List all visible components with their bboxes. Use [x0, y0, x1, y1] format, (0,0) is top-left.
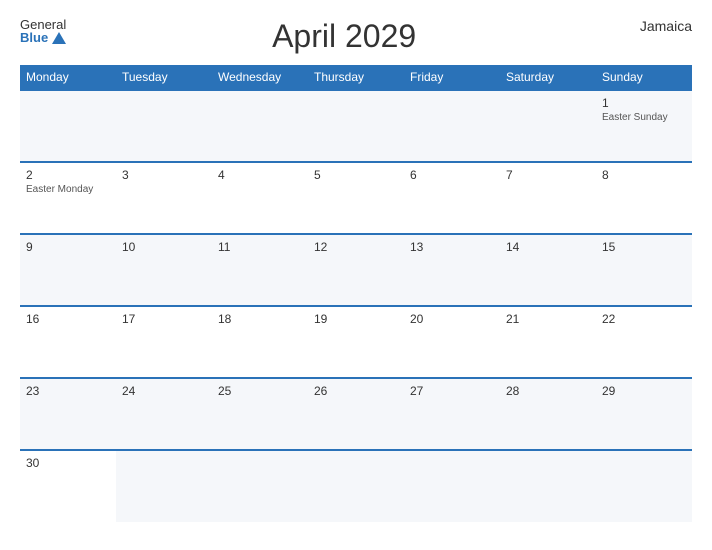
calendar-cell: 28 — [500, 378, 596, 450]
calendar-cell — [308, 90, 404, 162]
day-number: 11 — [218, 240, 302, 254]
calendar-cell — [212, 90, 308, 162]
day-number: 17 — [122, 312, 206, 326]
logo-triangle-icon — [52, 32, 66, 44]
day-number: 5 — [314, 168, 398, 182]
calendar-cell — [500, 450, 596, 522]
day-number: 18 — [218, 312, 302, 326]
calendar-cell — [404, 90, 500, 162]
calendar-week-row: 30 — [20, 450, 692, 522]
logo: General Blue — [20, 18, 66, 44]
calendar-header: General Blue April 2029 Jamaica — [20, 18, 692, 55]
calendar-cell — [500, 90, 596, 162]
calendar-cell: 12 — [308, 234, 404, 306]
calendar-cell: 25 — [212, 378, 308, 450]
calendar-week-row: 23 24 25 26 27 28 29 — [20, 378, 692, 450]
weekday-header-saturday: Saturday — [500, 65, 596, 90]
weekday-header-row: MondayTuesdayWednesdayThursdayFridaySatu… — [20, 65, 692, 90]
calendar-cell: 21 — [500, 306, 596, 378]
calendar: General Blue April 2029 Jamaica MondayTu… — [0, 0, 712, 550]
weekday-header-wednesday: Wednesday — [212, 65, 308, 90]
day-number: 28 — [506, 384, 590, 398]
weekday-header-monday: Monday — [20, 65, 116, 90]
day-number: 3 — [122, 168, 206, 182]
day-number: 25 — [218, 384, 302, 398]
day-number: 1 — [602, 96, 686, 110]
calendar-cell: 14 — [500, 234, 596, 306]
weekday-header-thursday: Thursday — [308, 65, 404, 90]
logo-blue-text: Blue — [20, 31, 66, 44]
calendar-cell: 22 — [596, 306, 692, 378]
holiday-label: Easter Sunday — [602, 112, 686, 123]
calendar-cell — [404, 450, 500, 522]
calendar-cell: 9 — [20, 234, 116, 306]
day-number: 6 — [410, 168, 494, 182]
day-number: 13 — [410, 240, 494, 254]
day-number: 24 — [122, 384, 206, 398]
weekday-header-tuesday: Tuesday — [116, 65, 212, 90]
calendar-cell: 23 — [20, 378, 116, 450]
day-number: 14 — [506, 240, 590, 254]
calendar-cell: 2 Easter Monday — [20, 162, 116, 234]
calendar-week-row: 1 Easter Sunday — [20, 90, 692, 162]
calendar-cell: 16 — [20, 306, 116, 378]
day-number: 4 — [218, 168, 302, 182]
calendar-cell: 20 — [404, 306, 500, 378]
calendar-cell: 6 — [404, 162, 500, 234]
day-number: 16 — [26, 312, 110, 326]
calendar-cell: 27 — [404, 378, 500, 450]
day-number: 9 — [26, 240, 110, 254]
day-number: 2 — [26, 168, 110, 182]
calendar-cell: 8 — [596, 162, 692, 234]
calendar-cell: 18 — [212, 306, 308, 378]
calendar-week-row: 16 17 18 19 20 21 22 — [20, 306, 692, 378]
calendar-grid: MondayTuesdayWednesdayThursdayFridaySatu… — [20, 65, 692, 522]
calendar-cell: 1 Easter Sunday — [596, 90, 692, 162]
calendar-cell: 4 — [212, 162, 308, 234]
day-number: 19 — [314, 312, 398, 326]
day-number: 20 — [410, 312, 494, 326]
calendar-cell: 26 — [308, 378, 404, 450]
calendar-cell: 7 — [500, 162, 596, 234]
day-number: 12 — [314, 240, 398, 254]
calendar-cell — [212, 450, 308, 522]
day-number: 21 — [506, 312, 590, 326]
calendar-cell: 15 — [596, 234, 692, 306]
calendar-cell — [596, 450, 692, 522]
calendar-cell: 3 — [116, 162, 212, 234]
day-number: 26 — [314, 384, 398, 398]
calendar-cell — [308, 450, 404, 522]
day-number: 22 — [602, 312, 686, 326]
calendar-cell: 10 — [116, 234, 212, 306]
calendar-country: Jamaica — [622, 18, 692, 34]
weekday-header-friday: Friday — [404, 65, 500, 90]
day-number: 7 — [506, 168, 590, 182]
calendar-cell — [116, 450, 212, 522]
calendar-title: April 2029 — [66, 18, 622, 55]
calendar-cell: 30 — [20, 450, 116, 522]
day-number: 29 — [602, 384, 686, 398]
day-number: 15 — [602, 240, 686, 254]
weekday-header-sunday: Sunday — [596, 65, 692, 90]
calendar-cell: 11 — [212, 234, 308, 306]
calendar-cell: 24 — [116, 378, 212, 450]
calendar-cell: 5 — [308, 162, 404, 234]
day-number: 27 — [410, 384, 494, 398]
holiday-label: Easter Monday — [26, 184, 110, 195]
calendar-cell: 29 — [596, 378, 692, 450]
calendar-cell: 13 — [404, 234, 500, 306]
day-number: 8 — [602, 168, 686, 182]
calendar-week-row: 2 Easter Monday 345678 — [20, 162, 692, 234]
calendar-cell — [20, 90, 116, 162]
day-number: 30 — [26, 456, 110, 470]
calendar-cell: 19 — [308, 306, 404, 378]
calendar-cell — [116, 90, 212, 162]
day-number: 23 — [26, 384, 110, 398]
day-number: 10 — [122, 240, 206, 254]
calendar-cell: 17 — [116, 306, 212, 378]
calendar-week-row: 9 10 11 12 13 14 15 — [20, 234, 692, 306]
